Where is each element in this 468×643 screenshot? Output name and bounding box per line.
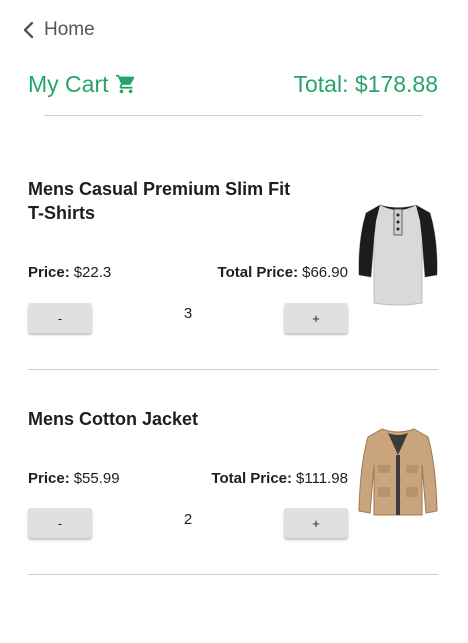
increment-button[interactable]: + (284, 303, 348, 333)
price-value: $55.99 (73, 470, 120, 487)
chevron-left-icon (22, 18, 42, 42)
back-home-link[interactable]: Home (22, 18, 95, 42)
item-price: Price: $22.3 (28, 264, 111, 281)
page-title: My Cart (28, 70, 109, 97)
total-price-value: $66.90 (302, 264, 348, 281)
back-label: Home (44, 19, 95, 40)
item-title: Mens Cotton Jacket (28, 409, 199, 429)
quantity-value: 2 (183, 511, 193, 528)
header-divider (44, 115, 422, 116)
item-price: Price: $55.99 (28, 470, 120, 487)
item-divider (28, 369, 438, 370)
item-total-price: Total Price: $111.98 (211, 470, 348, 487)
item-total-price: Total Price: $66.90 (218, 264, 348, 281)
beige-jacket-image (358, 425, 438, 533)
cart-item: Mens Cotton Jacket Price: $55.99 Total P… (28, 407, 438, 547)
item-title: Mens Casual Premium Slim Fit T-Shirts (28, 179, 291, 223)
raglan-henley-shirt-image (358, 199, 438, 307)
price-label: Price: (28, 470, 70, 487)
shopping-cart-icon (115, 73, 137, 95)
total-price-label: Total Price: (217, 264, 299, 281)
item-divider (28, 574, 438, 575)
total-price-value: $111.98 (296, 470, 348, 487)
cart-header: My Cart Total: $178.88 (28, 66, 438, 102)
cart-title: My Cart (28, 71, 137, 98)
cart-item: Mens Casual Premium Slim Fit T-Shirts Pr… (28, 177, 438, 337)
increment-button[interactable]: + (284, 508, 348, 538)
total-price-label: Total Price: (211, 470, 292, 487)
price-value: $22.3 (73, 264, 112, 281)
decrement-button[interactable]: - (28, 508, 92, 538)
quantity-value: 3 (183, 305, 193, 322)
cart-total: Total: $178.88 (293, 70, 438, 97)
price-label: Price: (28, 264, 70, 281)
decrement-button[interactable]: - (28, 303, 92, 333)
